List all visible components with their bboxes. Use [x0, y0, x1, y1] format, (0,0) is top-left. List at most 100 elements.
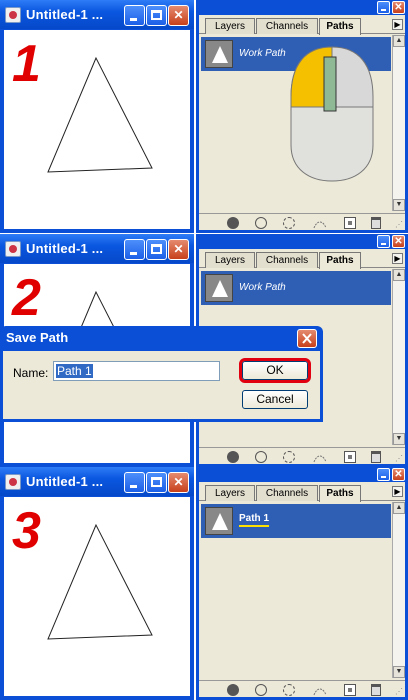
tab-channels[interactable]: Channels	[256, 485, 318, 501]
maximize-button[interactable]	[146, 472, 167, 493]
path-name: Work Path	[239, 48, 286, 59]
fill-path-icon[interactable]	[227, 451, 239, 463]
resize-grip[interactable]: ⋰	[395, 454, 404, 463]
palette-footer: ⋰	[199, 680, 405, 697]
path-list-scrollbar[interactable]: ▲ ▼	[392, 35, 405, 211]
document-titlebar[interactable]: Untitled-1 ... ✕	[0, 0, 194, 29]
palette-minimize-button[interactable]	[377, 468, 390, 481]
trash-icon[interactable]	[371, 451, 381, 463]
path-name: Work Path	[239, 282, 286, 293]
close-button[interactable]: ✕	[168, 5, 189, 26]
triangle-path	[47, 523, 153, 640]
document-window: Untitled-1 ... ✕ 3	[0, 467, 194, 700]
scroll-up-arrow[interactable]: ▲	[393, 502, 405, 514]
scroll-up-arrow[interactable]: ▲	[393, 35, 405, 47]
step-3-panel: Untitled-1 ... ✕ 3 ✕ Layers Channels Pat…	[0, 467, 408, 700]
tab-paths[interactable]: Paths	[319, 252, 361, 269]
fill-path-icon[interactable]	[227, 684, 239, 696]
path-thumbnail	[205, 274, 233, 302]
ok-button[interactable]: OK	[239, 358, 311, 383]
palette-menu-arrow[interactable]: ▶	[392, 19, 403, 30]
dialog-title: Save Path	[6, 330, 69, 345]
tab-paths[interactable]: Paths	[319, 485, 361, 502]
palette-menu-arrow[interactable]: ▶	[392, 253, 403, 264]
paths-palette: ✕ Layers Channels Paths ▶ Path 1 ▲ ▼ ⋰	[196, 467, 408, 700]
save-path-dialog: Save Path Name: Path 1 OK Cancel	[0, 326, 323, 422]
document-title: Untitled-1 ...	[26, 474, 104, 489]
step-2-panel: Untitled-1 ... ✕ 2 ✕ Layers Channels Pat…	[0, 234, 408, 467]
fill-path-icon[interactable]	[227, 217, 239, 229]
palette-tabs: Layers Channels Paths ▶	[199, 249, 405, 269]
path-list-scrollbar[interactable]: ▲ ▼	[392, 269, 405, 445]
palette-footer: ⋰	[199, 213, 405, 230]
stroke-path-icon[interactable]	[255, 451, 267, 463]
tab-channels[interactable]: Channels	[256, 18, 318, 34]
maximize-button[interactable]	[146, 5, 167, 26]
tab-paths[interactable]: Paths	[319, 18, 361, 35]
load-selection-icon[interactable]	[283, 451, 295, 463]
tab-layers[interactable]: Layers	[205, 18, 255, 34]
minimize-button[interactable]	[124, 5, 145, 26]
path-name-input[interactable]: Path 1	[53, 361, 220, 381]
path-name: Path 1	[239, 513, 270, 524]
palette-close-button[interactable]: ✕	[392, 468, 405, 481]
cancel-button[interactable]: Cancel	[242, 390, 308, 409]
step-1-panel: Untitled-1 ... ✕ 1 ✕ Layers Channels Pat…	[0, 0, 408, 233]
document-canvas[interactable]: 3	[4, 497, 190, 696]
document-title: Untitled-1 ...	[26, 241, 104, 256]
maximize-button[interactable]	[146, 239, 167, 260]
minimize-button[interactable]	[124, 472, 145, 493]
new-path-icon[interactable]	[344, 217, 356, 229]
scroll-down-arrow[interactable]: ▼	[393, 199, 405, 211]
trash-icon[interactable]	[371, 217, 381, 229]
path-thumbnail	[205, 507, 233, 535]
path-row-work-path[interactable]: Work Path	[201, 271, 391, 305]
close-button[interactable]: ✕	[168, 239, 189, 260]
path-name-value: Path 1	[56, 364, 93, 378]
paths-palette: ✕ Layers Channels Paths ▶ Work Path ▲ ▼ …	[196, 0, 408, 233]
tab-channels[interactable]: Channels	[256, 252, 318, 268]
close-button[interactable]: ✕	[168, 472, 189, 493]
triangle-path	[47, 56, 153, 173]
resize-grip[interactable]: ⋰	[395, 687, 404, 696]
scroll-down-arrow[interactable]: ▼	[393, 433, 405, 445]
palette-tabs: Layers Channels Paths ▶	[199, 15, 405, 35]
palette-close-button[interactable]: ✕	[392, 235, 405, 248]
load-selection-icon[interactable]	[283, 217, 295, 229]
photoshop-doc-icon	[5, 7, 21, 23]
palette-close-button[interactable]: ✕	[392, 1, 405, 14]
palette-footer: ⋰	[199, 447, 405, 464]
name-label: Name:	[13, 366, 49, 380]
work-path-icon[interactable]	[313, 451, 327, 463]
close-icon	[302, 333, 312, 344]
tab-layers[interactable]: Layers	[205, 485, 255, 501]
scroll-up-arrow[interactable]: ▲	[393, 269, 405, 281]
mouse-double-click-icon	[290, 46, 374, 182]
path-list-scrollbar[interactable]: ▲ ▼	[392, 502, 405, 678]
palette-tabs: Layers Channels Paths ▶	[199, 482, 405, 502]
minimize-button[interactable]	[124, 239, 145, 260]
load-selection-icon[interactable]	[283, 684, 295, 696]
resize-grip[interactable]: ⋰	[395, 220, 404, 229]
document-canvas[interactable]: 1	[4, 30, 190, 229]
palette-minimize-button[interactable]	[377, 1, 390, 14]
photoshop-doc-icon	[5, 474, 21, 490]
scroll-down-arrow[interactable]: ▼	[393, 666, 405, 678]
trash-icon[interactable]	[371, 684, 381, 696]
stroke-path-icon[interactable]	[255, 684, 267, 696]
path-thumbnail	[205, 40, 233, 68]
work-path-icon[interactable]	[313, 684, 327, 696]
new-path-icon[interactable]	[344, 684, 356, 696]
dialog-close-button[interactable]	[297, 329, 317, 348]
photoshop-doc-icon	[5, 241, 21, 257]
new-path-icon[interactable]	[344, 451, 356, 463]
tab-layers[interactable]: Layers	[205, 252, 255, 268]
work-path-icon[interactable]	[313, 217, 327, 229]
document-title: Untitled-1 ...	[26, 7, 104, 22]
path-row-path-1[interactable]: Path 1	[201, 504, 391, 538]
palette-menu-arrow[interactable]: ▶	[392, 486, 403, 497]
palette-minimize-button[interactable]	[377, 235, 390, 248]
stroke-path-icon[interactable]	[255, 217, 267, 229]
document-titlebar[interactable]: Untitled-1 ... ✕	[0, 467, 194, 496]
document-titlebar[interactable]: Untitled-1 ... ✕	[0, 234, 194, 263]
